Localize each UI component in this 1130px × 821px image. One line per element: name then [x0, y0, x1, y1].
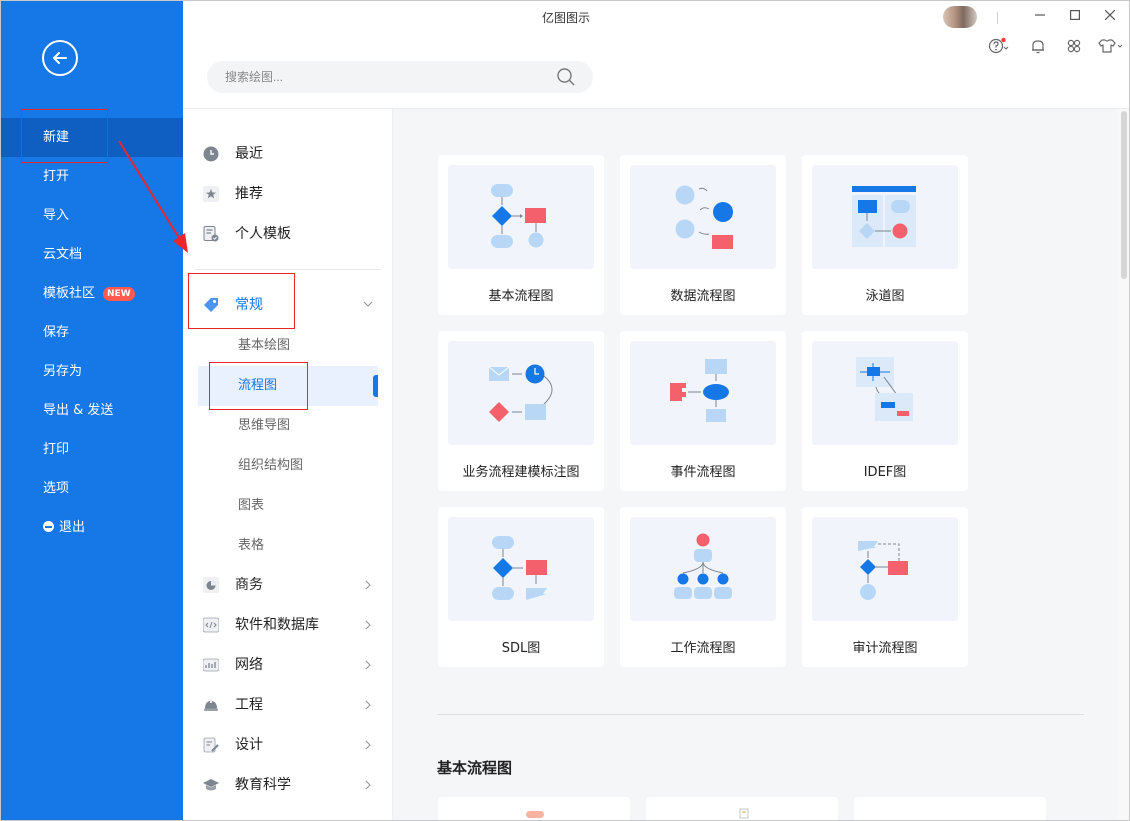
app-window: 新建 打开 导入 云文档 模板社区 NEW 保存 另存为 导出 & 发送 打印 选… — [0, 0, 1130, 821]
annotation-arrow — [118, 140, 188, 253]
